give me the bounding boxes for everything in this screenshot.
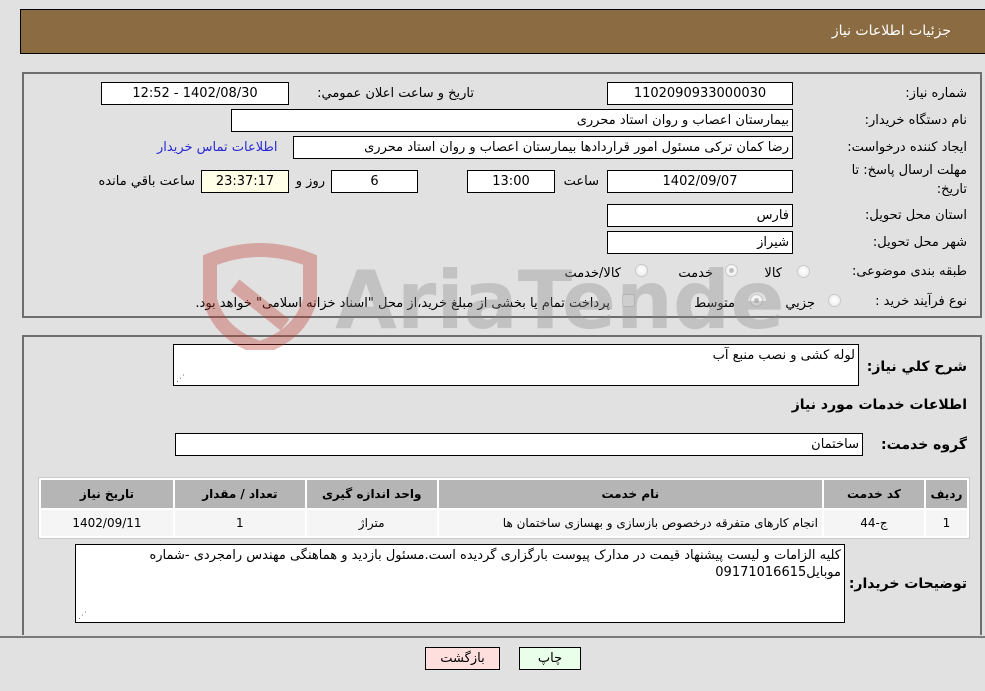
page-title: جزئیات اطلاعات نیاز [831, 23, 951, 39]
deadline-label-line2: تاریخ: [936, 182, 967, 197]
buyer-org-field: بیمارستان اعصاب و روان استاد محرری [231, 109, 793, 132]
service-group-field: ساختمان [175, 433, 863, 456]
page-header: جزئیات اطلاعات نیاز [20, 9, 985, 54]
cell-service-name: انجام کارهای متفرقه درخصوص بازسازی و بهس… [438, 510, 822, 536]
col-unit: واحد اندازه گیری [306, 480, 437, 508]
col-service-code: کد خدمت [823, 480, 924, 508]
back-button[interactable]: بازگشت [425, 647, 500, 670]
col-service-name: نام خدمت [438, 480, 822, 508]
requester-label: ایجاد کننده درخواست: [847, 140, 967, 155]
remaining-time-label: ساعت باقي مانده [98, 174, 195, 189]
deadline-label-line1: مهلت ارسال پاسخ: تا [851, 163, 967, 178]
resize-grip-icon[interactable]: ⋰ [78, 612, 87, 621]
purchase-radio-medium[interactable] [750, 294, 763, 307]
buyer-notes-textarea[interactable]: کلیه الزامات و لیست پیشنهاد قیمت در مدار… [75, 544, 845, 623]
service-group-label: گروه خدمت: [881, 437, 967, 453]
resize-grip-icon[interactable]: ⋰ [176, 375, 185, 384]
purchase-type-label: نوع فرآیند خرید : [875, 294, 967, 309]
cell-row-number: 1 [925, 510, 967, 536]
purchase-radio-minor[interactable] [828, 294, 841, 307]
col-quantity: تعداد / مقدار [174, 480, 305, 508]
announce-datetime-label: تاریخ و ساعت اعلان عمومي: [317, 86, 474, 101]
purchase-option-medium: متوسط [694, 296, 735, 311]
description-textarea[interactable]: لوله کشی و نصب منبع آب ⋰ [173, 344, 859, 386]
deadline-date-field: 1402/09/07 [607, 170, 793, 193]
category-option-goods-service: کالا/خدمت [564, 266, 621, 281]
buyer-notes-text: کلیه الزامات و لیست پیشنهاد قیمت در مدار… [149, 548, 841, 580]
services-table: ردیف کد خدمت نام خدمت واحد اندازه گیری ت… [38, 477, 970, 539]
remaining-days-label: روز و [295, 174, 325, 189]
category-option-service: خدمت [678, 266, 713, 281]
deadline-time-label: ساعت [563, 174, 599, 189]
print-button[interactable]: چاپ [519, 647, 581, 670]
deadline-time-field: 13:00 [467, 170, 555, 193]
category-radio-service[interactable] [725, 264, 738, 277]
col-need-date: تاریخ نیاز [41, 480, 173, 508]
need-number-field: 1102090933000030 [607, 82, 793, 105]
province-label: استان محل تحویل: [865, 208, 967, 223]
city-label: شهر محل تحویل: [872, 235, 967, 250]
cell-quantity: 1 [174, 510, 305, 536]
city-field: شیراز [607, 231, 793, 254]
requester-field: رضا کمان ترکی مسئول امور قراردادها بیمار… [293, 136, 793, 159]
buyer-contact-link[interactable]: اطلاعات تماس خریدار [157, 140, 277, 155]
province-field: فارس [607, 204, 793, 227]
remaining-time-field: 23:37:17 [201, 170, 289, 193]
table-row: 1 ج-44 انجام کارهای متفرقه درخصوص بازساز… [41, 510, 967, 536]
need-number-label: شماره نیاز: [905, 86, 967, 101]
cell-unit: متراژ [306, 510, 437, 536]
category-option-goods: کالا [764, 266, 782, 281]
category-label: طبقه بندی موضوعی: [851, 264, 967, 279]
treasury-note: پرداخت تمام یا بخشی از مبلغ خرید،از محل … [195, 296, 610, 311]
footer-divider [0, 636, 985, 638]
cell-service-code: ج-44 [823, 510, 924, 536]
category-radio-goods-service[interactable] [635, 264, 648, 277]
description-text: لوله کشی و نصب منبع آب [712, 348, 855, 363]
description-label: شرح کلي نیاز: [866, 359, 967, 375]
category-radio-goods[interactable] [797, 265, 810, 278]
buyer-org-label: نام دستگاه خریدار: [864, 113, 967, 128]
treasury-checkbox[interactable] [622, 294, 635, 307]
col-row-number: ردیف [925, 480, 967, 508]
table-header-row: ردیف کد خدمت نام خدمت واحد اندازه گیری ت… [41, 480, 967, 508]
remaining-days-field: 6 [331, 170, 418, 193]
announce-datetime-field: 1402/08/30 - 12:52 [101, 82, 289, 105]
purchase-option-minor: جزیي [785, 296, 815, 311]
cell-need-date: 1402/09/11 [41, 510, 173, 536]
services-section-title: اطلاعات خدمات مورد نیاز [791, 397, 967, 413]
buyer-notes-label: توضیحات خریدار: [848, 576, 967, 592]
